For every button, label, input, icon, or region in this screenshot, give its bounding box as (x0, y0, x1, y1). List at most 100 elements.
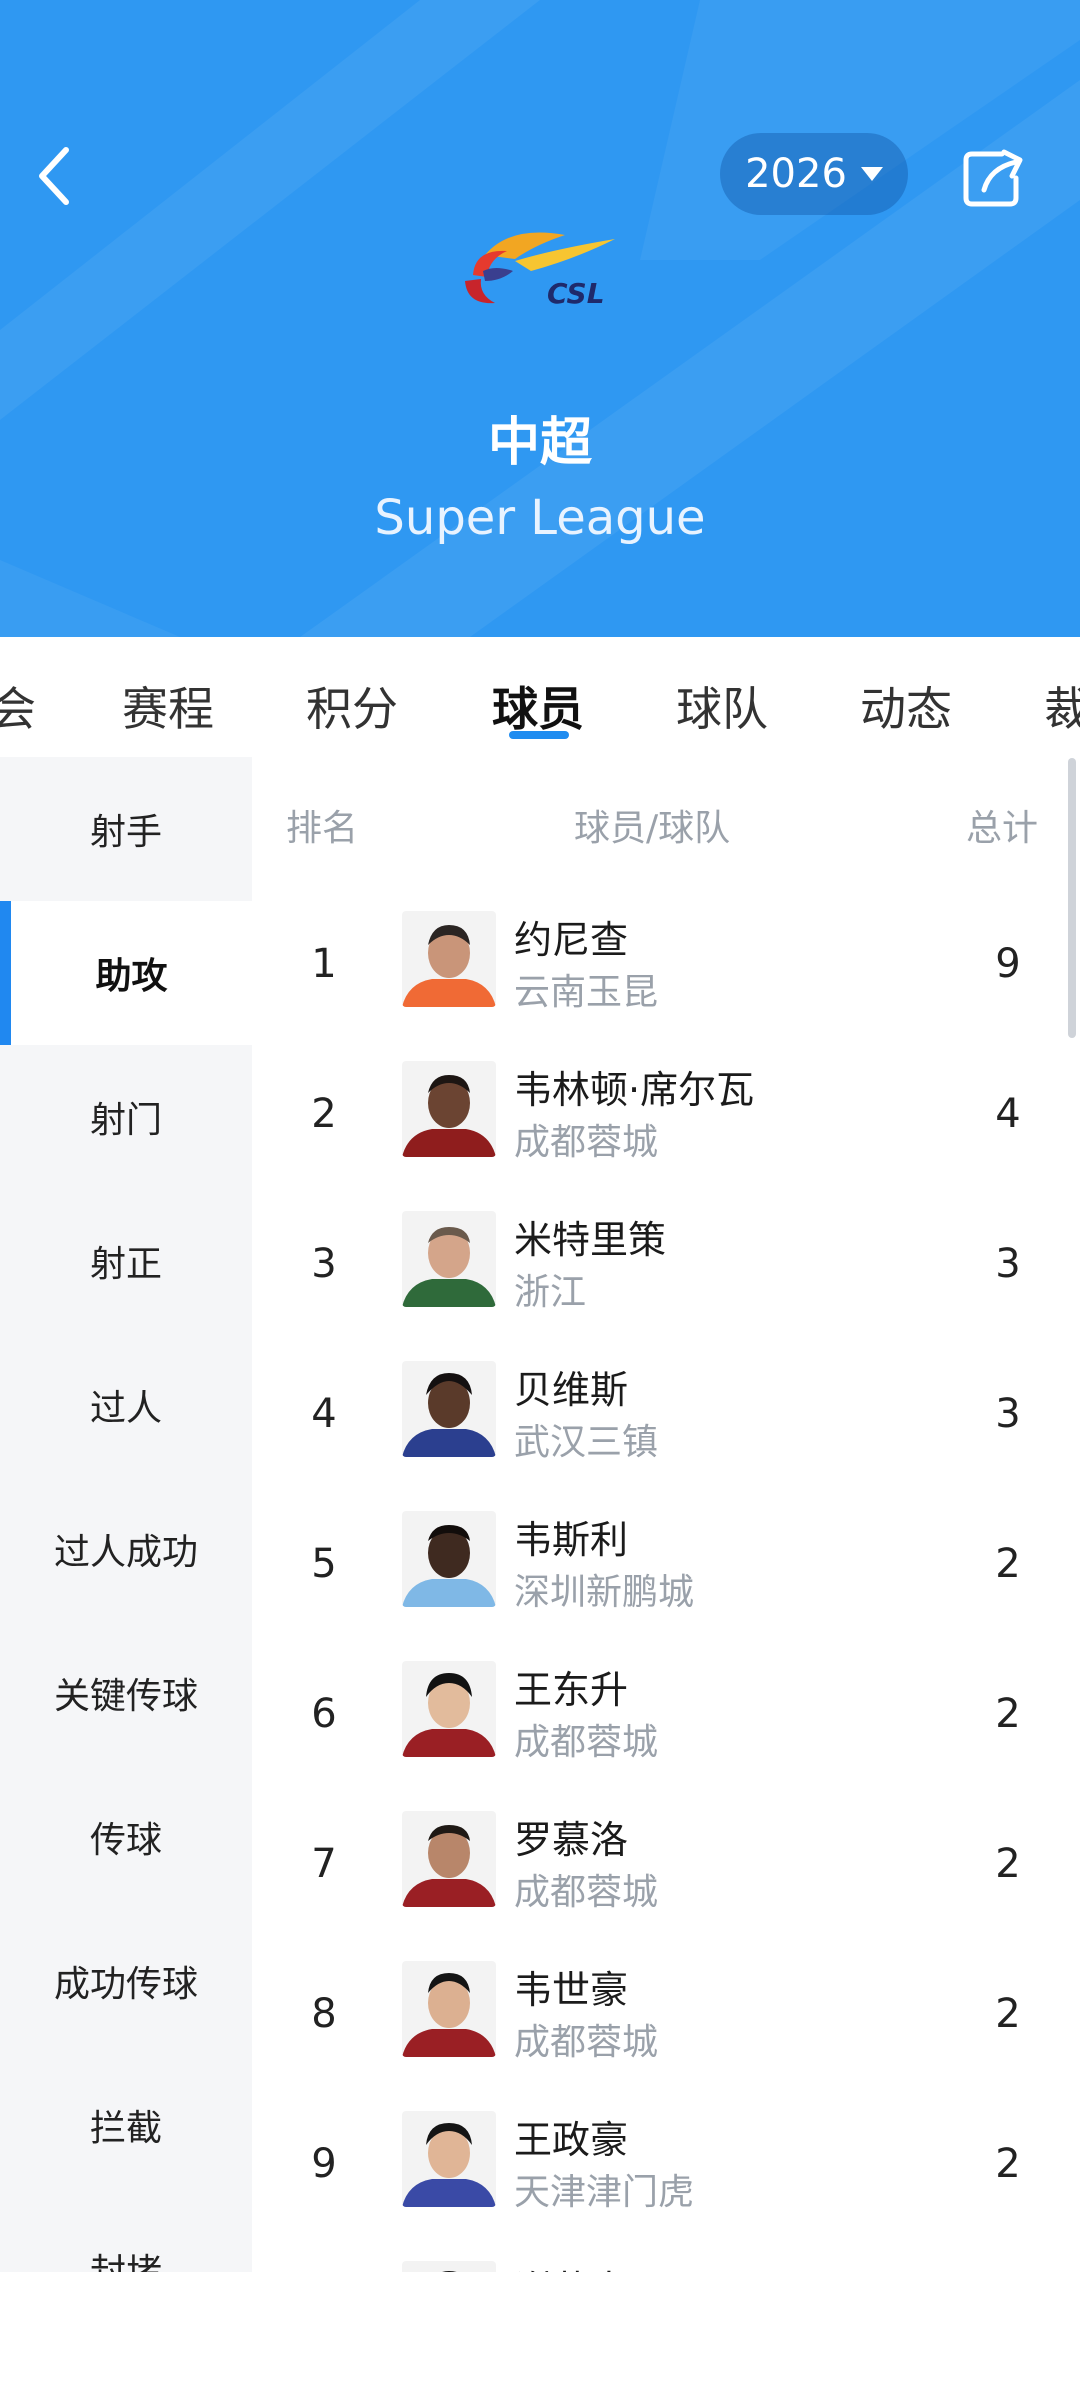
player-avatar (402, 1811, 496, 1907)
sidebar-item-blocks[interactable]: 封堵 (0, 2197, 252, 2272)
table-scrollbar[interactable] (1068, 758, 1076, 1038)
active-tab-indicator (509, 731, 569, 739)
table-row[interactable]: 5 韦斯利 深圳新鹏城 2 (252, 1505, 1080, 1655)
sidebar-item-label: 传球 (89, 1820, 162, 1861)
sidebar-item-shots[interactable]: 射门 (0, 1045, 252, 1189)
sidebar-item-label: 射正 (89, 1244, 162, 1285)
rank-cell: 3 (311, 1241, 337, 1287)
sidebar-item-label: 成功传球 (53, 1964, 198, 2005)
tab-players[interactable]: 球员 (492, 673, 584, 739)
player-name: 谢蕾中 (514, 2259, 628, 2272)
tab-standings[interactable]: 积分 (306, 673, 398, 739)
table-row[interactable]: 9 王政豪 天津津门虎 2 (252, 2105, 1080, 2255)
column-header-rank: 排名 (286, 808, 359, 849)
team-name: 武汉三镇 (514, 1422, 659, 1463)
player-name: 韦林顿·席尔瓦 (514, 1068, 755, 1112)
rank-cell: 6 (311, 1691, 337, 1737)
sidebar-item-dribbles[interactable]: 过人 (0, 1333, 252, 1477)
table-row[interactable]: 1 约尼查 云南玉昆 9 (252, 905, 1080, 1055)
player-name: 约尼查 (514, 918, 629, 962)
sidebar-item-assists[interactable]: 助攻 (0, 901, 252, 1045)
player-name: 罗慕洛 (514, 1818, 629, 1862)
total-cell: 2 (995, 1691, 1021, 1737)
tab-partial-right[interactable]: 裁 (1044, 673, 1080, 739)
table-row[interactable]: 8 韦世豪 成都蓉城 2 (252, 1955, 1080, 2105)
rank-cell: 2 (311, 1091, 337, 1137)
player-avatar (402, 1361, 496, 1457)
player-avatar (402, 1661, 496, 1757)
total-cell: 2 (995, 1841, 1021, 1887)
player-avatar (402, 2261, 496, 2272)
sidebar-item-label: 关键传球 (53, 1676, 198, 1717)
league-subtitle: Super League (374, 490, 706, 546)
rank-cell: 8 (311, 1991, 337, 2037)
season-label: 2026 (745, 151, 847, 197)
team-name: 深圳新鹏城 (514, 1572, 695, 1613)
player-ranking-table: 排名 球员/球队 总计 1 约尼查 云南玉昆 9 2 韦林顿·席尔瓦 成都蓉城 … (252, 757, 1080, 2272)
table-row[interactable]: 4 贝维斯 武汉三镇 3 (252, 1355, 1080, 1505)
total-cell: 2 (995, 1541, 1021, 1587)
sidebar-item-key-passes[interactable]: 关键传球 (0, 1621, 252, 1765)
player-avatar (402, 2111, 496, 2207)
tab-schedule[interactable]: 赛程 (122, 673, 214, 739)
sidebar-item-passes[interactable]: 传球 (0, 1765, 252, 1909)
table-row[interactable]: 2 韦林顿·席尔瓦 成都蓉城 4 (252, 1055, 1080, 1205)
league-header: 2026 CSL 中超 Super League (0, 0, 1080, 637)
sidebar-item-shots-on-target[interactable]: 射正 (0, 1189, 252, 1333)
rank-cell: 9 (311, 2141, 337, 2187)
player-avatar (402, 1211, 496, 1307)
table-row[interactable]: 3 米特里策 浙江 3 (252, 1205, 1080, 1355)
player-name: 米特里策 (514, 1218, 667, 1262)
sidebar-item-successful-passes[interactable]: 成功传球 (0, 1909, 252, 2053)
player-name: 韦斯利 (514, 1518, 629, 1562)
player-avatar (402, 911, 496, 1007)
table-row[interactable]: 6 王东升 成都蓉城 2 (252, 1655, 1080, 1805)
sidebar-item-interceptions[interactable]: 拦截 (0, 2053, 252, 2197)
stat-category-sidebar: 射手 助攻 射门 射正 过人 过人成功 关键传球 传球 成功传球 拦截 封堵 (0, 757, 252, 2272)
league-title: 中超 (487, 413, 592, 473)
sidebar-item-label: 拦截 (89, 2108, 162, 2149)
table-row[interactable]: 7 罗慕洛 成都蓉城 2 (252, 1805, 1080, 1955)
sidebar-item-label: 封堵 (90, 2243, 162, 2272)
sidebar-item-label: 射手 (89, 812, 162, 853)
sidebar-item-label: 射门 (89, 1100, 162, 1141)
team-name: 成都蓉城 (514, 2022, 659, 2063)
team-name: 浙江 (514, 1272, 587, 1313)
team-name: 成都蓉城 (514, 1872, 659, 1913)
team-name: 成都蓉城 (514, 1122, 659, 1163)
back-button[interactable] (30, 140, 86, 212)
column-header-total: 总计 (966, 808, 1039, 849)
player-avatar (402, 1061, 496, 1157)
player-avatar (402, 1961, 496, 2057)
tab-teams[interactable]: 球队 (676, 673, 768, 739)
csl-logo-icon: CSL (465, 232, 615, 310)
player-name: 王东升 (514, 1668, 629, 1712)
share-icon (963, 149, 1023, 207)
caret-down-icon (860, 167, 883, 181)
back-chevron-icon (39, 147, 69, 205)
tab-partial-left[interactable]: 会 (0, 673, 36, 739)
rank-cell: 4 (311, 1391, 337, 1437)
team-name: 成都蓉城 (514, 1722, 659, 1763)
total-cell: 9 (995, 941, 1021, 987)
total-cell: 3 (995, 1241, 1021, 1287)
team-name: 天津津门虎 (514, 2172, 695, 2213)
share-button[interactable] (962, 146, 1026, 208)
sidebar-item-successful-dribbles[interactable]: 过人成功 (0, 1477, 252, 1621)
rank-cell: 1 (311, 941, 337, 987)
total-cell: 4 (995, 1091, 1021, 1137)
tab-news[interactable]: 动态 (860, 673, 952, 739)
player-name: 贝维斯 (514, 1368, 629, 1412)
total-cell: 3 (995, 1391, 1021, 1437)
rank-cell: 7 (311, 1841, 337, 1887)
sidebar-item-goals[interactable]: 射手 (0, 757, 252, 901)
season-selector[interactable]: 2026 (720, 133, 908, 215)
team-name: 云南玉昆 (514, 972, 659, 1013)
player-name: 韦世豪 (514, 1968, 629, 2012)
player-avatar (402, 1511, 496, 1607)
column-header-player-team: 球员/球队 (574, 808, 731, 849)
player-name: 王政豪 (514, 2118, 629, 2162)
sidebar-item-label: 过人 (89, 1388, 162, 1429)
table-row[interactable]: 谢蕾中 (252, 2255, 1080, 2272)
rank-cell: 5 (311, 1541, 337, 1587)
